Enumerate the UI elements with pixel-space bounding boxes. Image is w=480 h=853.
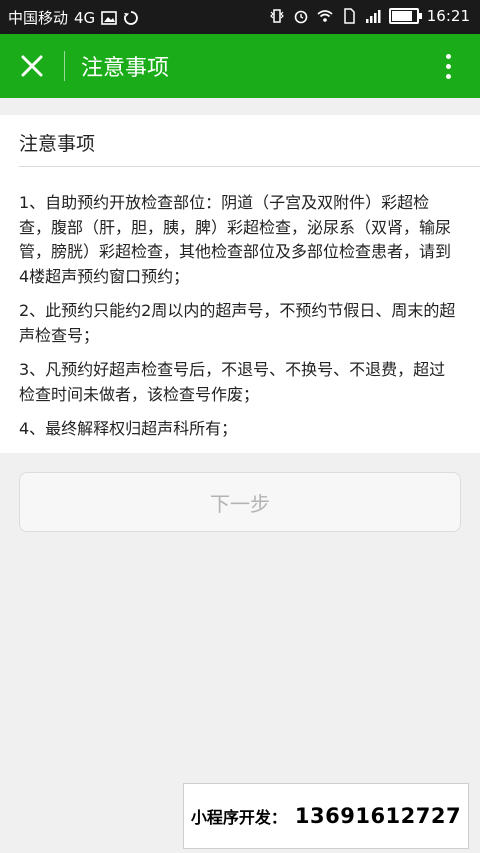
notice-item: 4、最终解释权归超声科所有； xyxy=(19,419,238,438)
alarm-icon xyxy=(294,10,308,24)
notice-body: 1、自助预约开放检查部位：阴道（子宫及双附件）彩超检查，腹部（肝，胆，胰，脾）彩… xyxy=(19,191,458,452)
wifi-icon xyxy=(317,10,333,22)
nav-divider xyxy=(64,51,65,81)
notice-item: 1、自助预约开放检查部位：阴道（子宫及双附件）彩超检查，腹部（肝，胆，胰，脾）彩… xyxy=(19,193,452,286)
notice-item: 2、此预约只能约2周以内的超声号，不预约节假日、周末的超声检查号； xyxy=(19,301,456,345)
divider xyxy=(19,166,480,167)
battery-icon xyxy=(388,8,422,24)
notice-heading: 注意事项 xyxy=(19,133,96,155)
close-button[interactable] xyxy=(0,34,64,98)
more-options-button[interactable] xyxy=(432,50,464,82)
network-type: 4G xyxy=(74,8,96,27)
battery-level xyxy=(391,11,412,21)
close-icon xyxy=(21,55,43,77)
sync-icon xyxy=(124,10,139,25)
signal-icon xyxy=(365,10,381,23)
page-title: 注意事项 xyxy=(81,56,170,81)
ad-banner[interactable]: 小程序开发： 13691612727 xyxy=(183,783,469,849)
sim-card-icon xyxy=(344,8,355,24)
notice-item: 3、凡预约好超声检查号后，不退号、不换号、不退费，超过检查时间未做者，该检查号作… xyxy=(19,360,446,404)
notice-card: 注意事项 1、自助预约开放检查部位：阴道（子宫及双附件）彩超检查，腹部（肝，胆，… xyxy=(0,115,480,453)
next-step-button[interactable]: 下一步 xyxy=(19,472,461,532)
carrier-name: 中国移动 xyxy=(8,9,69,27)
clock: 16:21 xyxy=(426,7,470,25)
image-icon xyxy=(101,10,117,25)
status-bar: 中国移动 4G 16:21 xyxy=(0,0,480,34)
vibrate-icon xyxy=(269,9,284,23)
more-icon xyxy=(445,53,451,59)
ad-phone: 13691612727 xyxy=(294,804,462,828)
nav-bar: 注意事项 xyxy=(0,34,480,98)
ad-label: 小程序开发： xyxy=(190,808,287,827)
